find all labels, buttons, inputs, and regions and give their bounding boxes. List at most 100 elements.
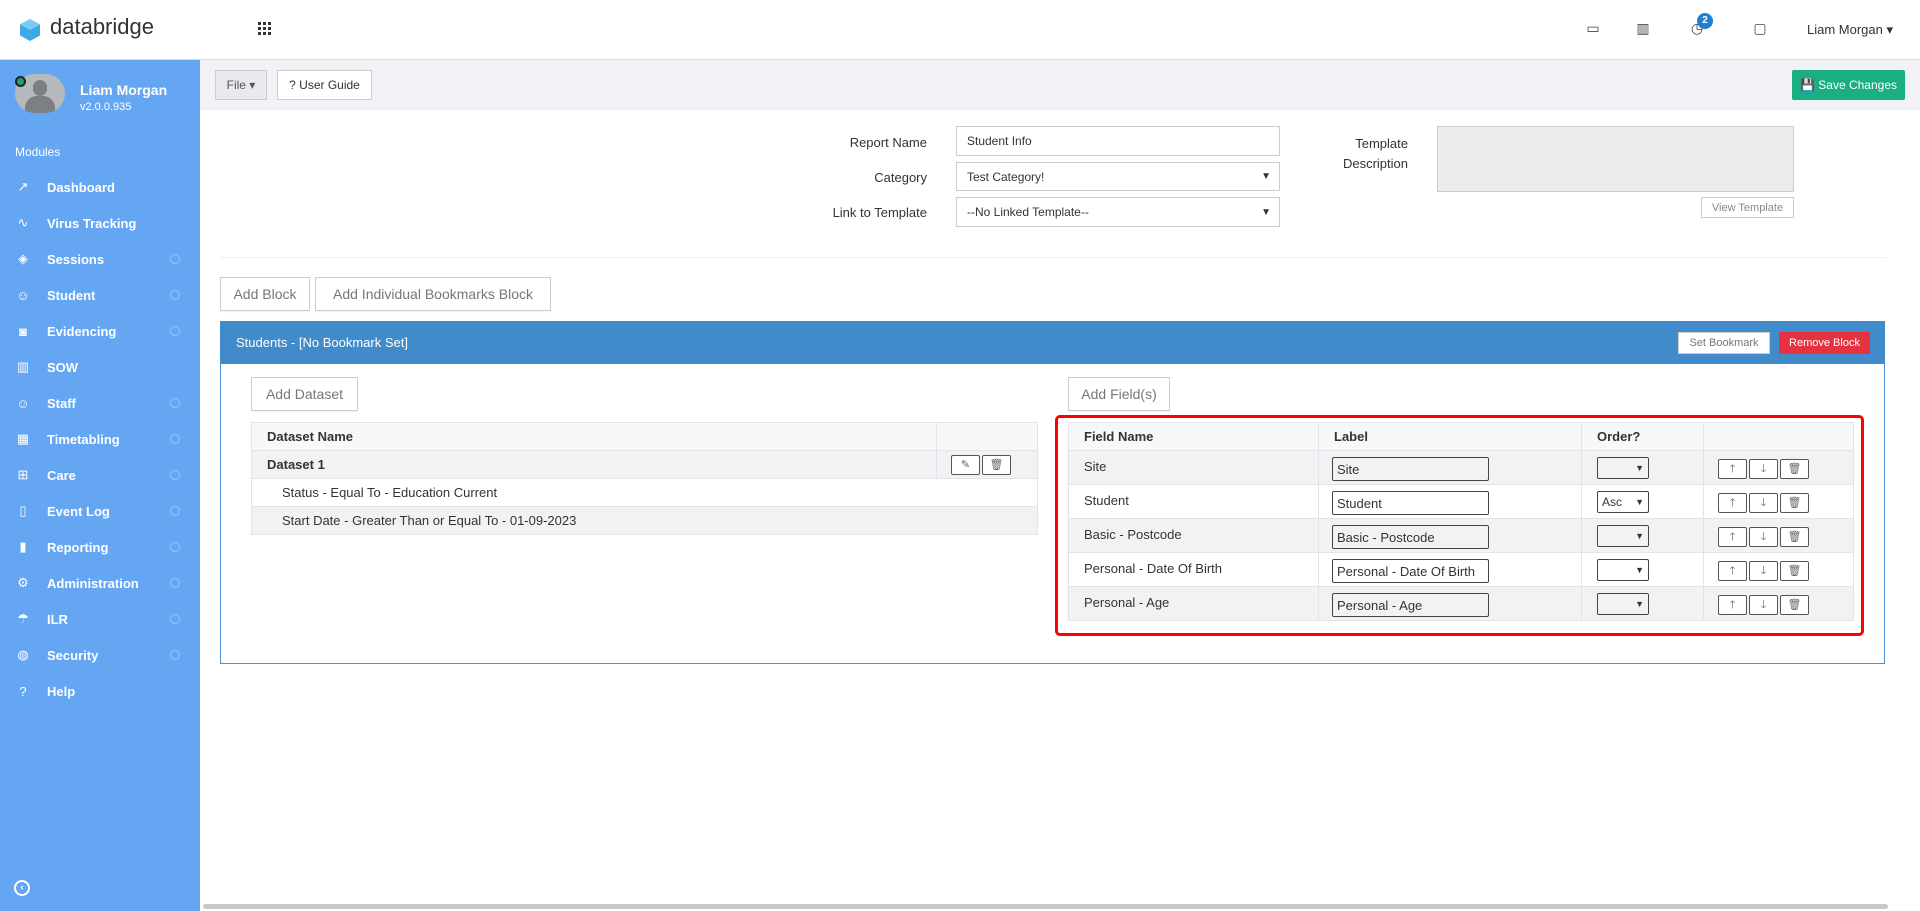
report-name-value: Student Info — [967, 134, 1032, 148]
category-select[interactable]: Test Category! ▼ — [956, 162, 1280, 191]
book-icon: ▥ — [16, 359, 30, 374]
expand-indicator-icon — [170, 506, 180, 516]
link-template-select[interactable]: --No Linked Template-- ▼ — [956, 197, 1280, 227]
profile-name: Liam Morgan — [80, 82, 168, 98]
label-line: Template — [1355, 136, 1408, 151]
sidebar-item-label: Evidencing — [47, 323, 117, 339]
app-logo[interactable]: databridge — [50, 14, 154, 40]
sidebar-item-care[interactable]: ⊞ Care — [0, 457, 200, 493]
expand-indicator-icon — [170, 542, 180, 552]
expand-indicator-icon — [170, 434, 180, 444]
user-guide-button[interactable]: ? User Guide — [277, 70, 372, 100]
expand-indicator-icon — [170, 650, 180, 660]
sidebar-item-sessions[interactable]: ◈ Sessions — [0, 241, 200, 277]
toolbar — [200, 60, 1920, 110]
sidebar-item-label: Care — [47, 467, 76, 483]
template-description-textarea[interactable] — [1437, 126, 1794, 192]
add-block-button[interactable]: Add Block — [220, 277, 310, 311]
expand-indicator-icon — [170, 578, 180, 588]
chat-icon[interactable]: ▢ — [1750, 20, 1770, 40]
block-title: Students - [No Bookmark Set] — [236, 335, 408, 350]
sidebar-item-evidencing[interactable]: ◙ Evidencing — [0, 313, 200, 349]
chevron-down-icon: ▼ — [1261, 171, 1271, 182]
sidebar-item-help[interactable]: ? Help — [0, 673, 200, 709]
filter-row: Status - Equal To - Education Current — [251, 478, 1038, 507]
umbrella-icon: ☂ — [17, 611, 29, 626]
report-name-label: Report Name — [849, 135, 927, 150]
sidebar-item-staff[interactable]: ☺ Staff — [0, 385, 200, 421]
add-dataset-button[interactable]: Add Dataset — [251, 377, 358, 411]
laptop-icon[interactable]: ▭ — [1583, 20, 1603, 40]
sidebar-item-reporting[interactable]: ▮ Reporting — [0, 529, 200, 565]
expand-indicator-icon — [170, 398, 180, 408]
collapse-sidebar-icon[interactable]: ‹ — [14, 880, 30, 896]
sidebar-item-label: Staff — [47, 395, 76, 411]
sidebar-item-administration[interactable]: ⚙ Administration — [0, 565, 200, 601]
label-line: Description — [1342, 156, 1408, 171]
highlight-box — [1055, 415, 1864, 636]
edit-icon[interactable]: ✎ — [951, 454, 980, 475]
app-version: v2.0.0.935 — [80, 101, 132, 113]
block-header: Students - [No Bookmark Set] — [220, 321, 1885, 364]
file-menu-button[interactable]: File ▾ — [215, 70, 267, 100]
chart-line-icon: ↗ — [17, 179, 29, 194]
apps-grid-icon[interactable] — [258, 22, 272, 36]
user-name: Liam Morgan — [1807, 22, 1883, 37]
help-icon: ? — [19, 683, 27, 699]
add-fields-button[interactable]: Add Field(s) — [1068, 377, 1170, 411]
dataset-row: Dataset 1 ✎ 🗑 — [251, 450, 1038, 479]
column-header: Dataset Name — [251, 422, 937, 451]
sidebar-item-label: ILR — [47, 611, 68, 627]
remove-block-button[interactable]: Remove Block — [1779, 332, 1870, 354]
globe-icon: ◍ — [17, 647, 29, 662]
sidebar-item-label: Virus Tracking — [47, 215, 137, 231]
sidebar-item-label: Security — [47, 647, 99, 663]
sidebar-item-sow[interactable]: ▥ SOW — [0, 349, 200, 385]
view-template-button[interactable]: View Template — [1701, 197, 1794, 218]
sidebar-item-timetabling[interactable]: ▦ Timetabling — [0, 421, 200, 457]
sidebar-item-label: Reporting — [47, 539, 109, 555]
trash-icon[interactable]: 🗑 — [982, 454, 1011, 475]
user-menu[interactable]: Liam Morgan ▾ — [1807, 22, 1893, 38]
sidebar-item-label: SOW — [47, 359, 79, 375]
notification-badge: 2 — [1697, 13, 1713, 29]
calendar-icon: ▦ — [16, 431, 30, 446]
link-template-value: --No Linked Template-- — [967, 205, 1089, 219]
sidebar-item-dashboard[interactable]: ↗ Dashboard — [0, 169, 200, 205]
logo-icon — [20, 19, 40, 41]
category-value: Test Category! — [967, 169, 1045, 184]
save-changes-button[interactable]: 💾 Save Changes — [1792, 70, 1905, 100]
modules-heading: Modules — [15, 145, 61, 159]
sidebar-item-label: Sessions — [47, 251, 105, 267]
link-template-label: Link to Template — [832, 205, 927, 220]
camera-icon: ◙ — [19, 323, 27, 339]
sidebar-item-event-log[interactable]: ▯ Event Log — [0, 493, 200, 529]
sidebar: Liam Morgan v2.0.0.935 Modules ↗ Dashboar… — [0, 60, 200, 911]
top-bar — [0, 0, 1920, 60]
report-name-input[interactable]: Student Info — [956, 126, 1280, 156]
users-icon: ☺ — [16, 287, 30, 303]
layers-icon: ◈ — [18, 251, 28, 266]
column-header-actions — [936, 422, 1038, 451]
sidebar-item-ilr[interactable]: ☂ ILR — [0, 601, 200, 637]
users-icon: ☺ — [16, 395, 30, 411]
book-icon[interactable]: ▥ — [1633, 20, 1653, 40]
gear-icon: ⚙ — [17, 575, 29, 590]
sidebar-item-student[interactable]: ☺ Student — [0, 277, 200, 313]
clipboard-icon: ▯ — [19, 503, 27, 518]
divider — [220, 257, 1886, 258]
chevron-down-icon: ▼ — [1261, 206, 1271, 218]
expand-indicator-icon — [170, 254, 180, 264]
sidebar-item-label: Help — [47, 683, 76, 699]
sidebar-item-label: Event Log — [47, 503, 110, 519]
sidebar-item-security[interactable]: ◍ Security — [0, 637, 200, 673]
add-bookmarks-block-button[interactable]: Add Individual Bookmarks Block — [315, 277, 551, 311]
category-label: Category — [874, 170, 927, 185]
sidebar-item-virus-tracking[interactable]: ∿ Virus Tracking — [0, 205, 200, 241]
horizontal-scrollbar[interactable] — [203, 904, 1888, 909]
set-bookmark-button[interactable]: Set Bookmark — [1678, 332, 1770, 354]
sidebar-item-label: Student — [47, 287, 96, 303]
filter-text: Status - Equal To - Education Current — [251, 478, 1038, 507]
dataset-table: Dataset Name Dataset 1 ✎ 🗑 Status - Equal … — [251, 422, 1038, 535]
template-description-label: Template Description — [1330, 134, 1408, 174]
